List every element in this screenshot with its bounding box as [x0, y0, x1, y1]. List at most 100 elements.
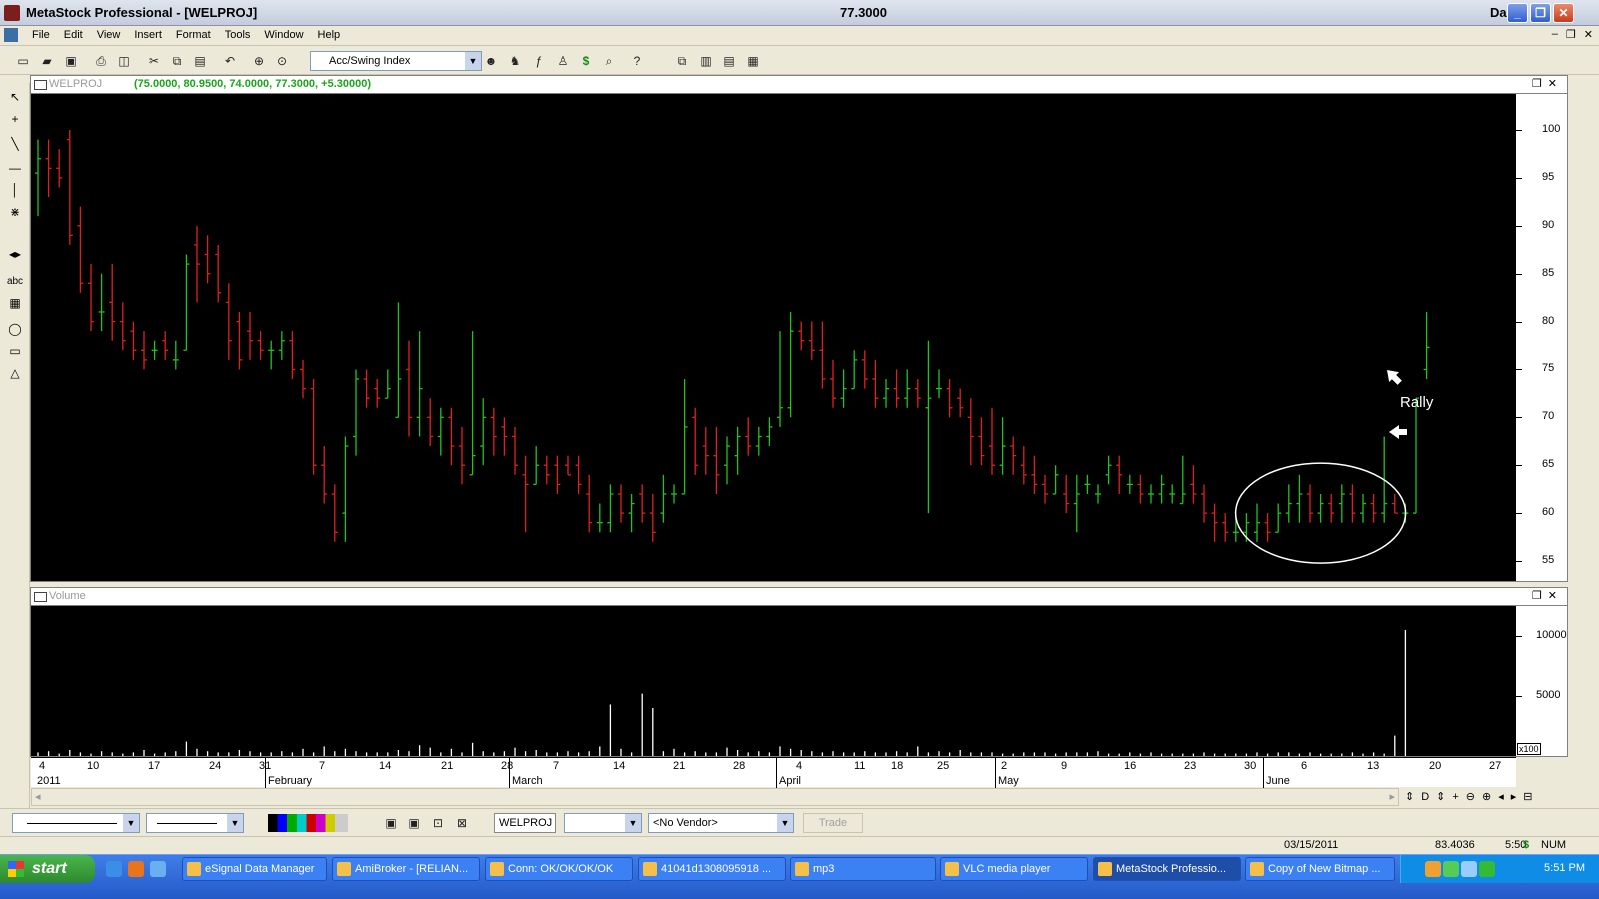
task-firefox-page[interactable]: 41041d1308095918 ...	[638, 857, 786, 881]
clock: 5:51 PM	[1544, 862, 1585, 874]
menu-insert[interactable]: Insert	[127, 29, 169, 41]
restore-button[interactable]: ❐	[1530, 3, 1551, 23]
formula-icon[interactable]: ƒ	[530, 52, 548, 70]
price-panel[interactable]: WELPROJ (75.0000, 80.9500, 74.0000, 77.3…	[30, 75, 1568, 582]
mdi-restore-icon[interactable]: ❐	[1566, 28, 1576, 41]
text-tool-icon[interactable]: abc	[5, 273, 25, 291]
print-icon[interactable]: ⎙	[92, 52, 110, 70]
scroll-right-icon[interactable]: ▸	[1389, 790, 1395, 803]
rectangle-tool-icon[interactable]: ▭	[5, 342, 25, 360]
task-conn[interactable]: Conn: OK/OK/OK/OK	[485, 857, 633, 881]
tray-vlc-icon[interactable]	[1425, 861, 1441, 877]
firefox-icon[interactable]	[128, 861, 144, 877]
tile-grid-icon[interactable]: ▦	[744, 52, 762, 70]
tray-network-icon[interactable]	[1443, 861, 1459, 877]
line-weight-select[interactable]: ▼	[146, 813, 244, 833]
minimize-button[interactable]: _	[1507, 3, 1528, 23]
properties-icon[interactable]: ⊠	[453, 814, 471, 832]
chevron-down-icon[interactable]: ▼	[123, 814, 139, 832]
indicator-select[interactable]: Acc/Swing Index ▼	[310, 51, 482, 71]
dollar-icon[interactable]: $	[577, 52, 595, 70]
task-paint[interactable]: Copy of New Bitmap ...	[1245, 857, 1395, 881]
price-chart[interactable]: Rally	[31, 94, 1516, 582]
chevron-down-icon[interactable]: ▼	[227, 814, 243, 832]
task-esignal[interactable]: eSignal Data Manager	[182, 857, 327, 881]
scroll-left-icon[interactable]: ◂	[35, 790, 41, 803]
copy-icon[interactable]: ⧉	[168, 52, 186, 70]
crosshair-icon[interactable]: ⊕	[250, 52, 268, 70]
zoom-icon[interactable]: ⊙	[273, 52, 291, 70]
start-button[interactable]: start	[0, 855, 95, 883]
color-palette[interactable]	[268, 814, 348, 832]
price-bar	[702, 426, 709, 475]
new-file-icon[interactable]: ▭	[14, 52, 32, 70]
chevron-down-icon[interactable]: ▼	[777, 814, 793, 832]
menu-edit[interactable]: Edit	[57, 29, 90, 41]
save-icon[interactable]: ▣	[62, 52, 80, 70]
paste-icon[interactable]: ▤	[191, 52, 209, 70]
ie-icon[interactable]	[106, 861, 122, 877]
panel-controls[interactable]: ❐✕	[1532, 589, 1563, 602]
mdi-minimize-icon[interactable]: –	[1552, 28, 1558, 41]
menu-tools[interactable]: Tools	[218, 29, 258, 41]
zoom-horizontal-icon[interactable]: ◂▸	[5, 245, 25, 263]
grid-tool-icon[interactable]: ▦	[5, 294, 25, 312]
ellipse-tool-icon[interactable]: ◯	[5, 320, 25, 338]
tile-horizontal-icon[interactable]: ▤	[720, 52, 738, 70]
task-mp3-folder[interactable]: mp3	[790, 857, 936, 881]
pointer-icon[interactable]: ↖	[5, 88, 25, 106]
menu-file[interactable]: File	[25, 29, 57, 41]
send-back-icon[interactable]: ▣	[405, 814, 423, 832]
price-bar	[1063, 474, 1070, 514]
symbol-field[interactable]: WELPROJ	[494, 813, 556, 833]
line-style-select[interactable]: ▼	[12, 813, 140, 833]
rally-annotation[interactable]: Rally	[1400, 394, 1434, 411]
task-metastock[interactable]: MetaStock Professio...	[1093, 857, 1241, 881]
binoculars-icon[interactable]: ⌕	[600, 52, 618, 70]
task-amibroker[interactable]: AmiBroker - [RELIAN...	[332, 857, 480, 881]
crosshair-tool-icon[interactable]: +	[5, 110, 25, 128]
document-icon[interactable]	[4, 28, 18, 42]
explorer-icon[interactable]: ♞	[506, 52, 524, 70]
cursor-arrow-icon[interactable]	[1382, 365, 1405, 388]
vendor-select[interactable]: <No Vendor> ▼	[648, 813, 794, 833]
triangle-tool-icon[interactable]: △	[5, 364, 25, 382]
undo-icon[interactable]: ↶	[221, 52, 239, 70]
panel-controls[interactable]: ❐✕	[1532, 77, 1563, 90]
task-vlc[interactable]: VLC media player	[940, 857, 1088, 881]
chevron-down-icon[interactable]: ▼	[465, 52, 481, 70]
tray-app-icon[interactable]	[1479, 861, 1495, 877]
chart-navigation[interactable]: ⇕D⇕+⊖⊕◂▸⊟	[1405, 790, 1540, 803]
expert-advisor-icon[interactable]: ☻	[482, 52, 500, 70]
fibonacci-icon[interactable]: ⋇	[5, 203, 25, 221]
rally-arrow-icon[interactable]	[1389, 425, 1407, 439]
bring-front-icon[interactable]: ▣	[382, 814, 400, 832]
menu-window[interactable]: Window	[257, 29, 310, 41]
cascade-windows-icon[interactable]: ⧉	[673, 52, 691, 70]
vertical-line-icon[interactable]: │	[5, 181, 25, 199]
open-folder-icon[interactable]: ▰	[38, 52, 56, 70]
menu-format[interactable]: Format	[169, 29, 218, 41]
exchange-select[interactable]: ▼	[564, 813, 642, 833]
horizontal-scrollbar[interactable]: ◂ ▸	[31, 788, 1399, 806]
trendline-icon[interactable]: ╲	[5, 135, 25, 153]
chevron-down-icon[interactable]: ▼	[625, 814, 641, 832]
quicklaunch-icon[interactable]	[150, 861, 166, 877]
mdi-close-icon[interactable]: ✕	[1584, 28, 1593, 41]
horizontal-line-icon[interactable]: —	[5, 159, 25, 177]
tile-vertical-icon[interactable]: ▥	[697, 52, 715, 70]
tray-monitor-icon[interactable]	[1461, 861, 1477, 877]
system-tester-icon[interactable]: ♙	[554, 52, 572, 70]
trade-button[interactable]: Trade	[803, 813, 863, 833]
price-bar	[342, 436, 349, 542]
help-pointer-icon[interactable]: ?	[628, 52, 646, 70]
volume-chart[interactable]	[31, 606, 1516, 757]
close-button[interactable]: ✕	[1553, 3, 1574, 23]
volume-panel[interactable]: Volume ❐✕ x100 10000 5000	[30, 587, 1568, 757]
menu-view[interactable]: View	[90, 29, 128, 41]
cut-icon[interactable]: ✂	[145, 52, 163, 70]
menu-help[interactable]: Help	[311, 29, 348, 41]
export-icon[interactable]: ⊡	[429, 814, 447, 832]
price-bar	[1211, 503, 1218, 542]
print-preview-icon[interactable]: ◫	[115, 52, 133, 70]
